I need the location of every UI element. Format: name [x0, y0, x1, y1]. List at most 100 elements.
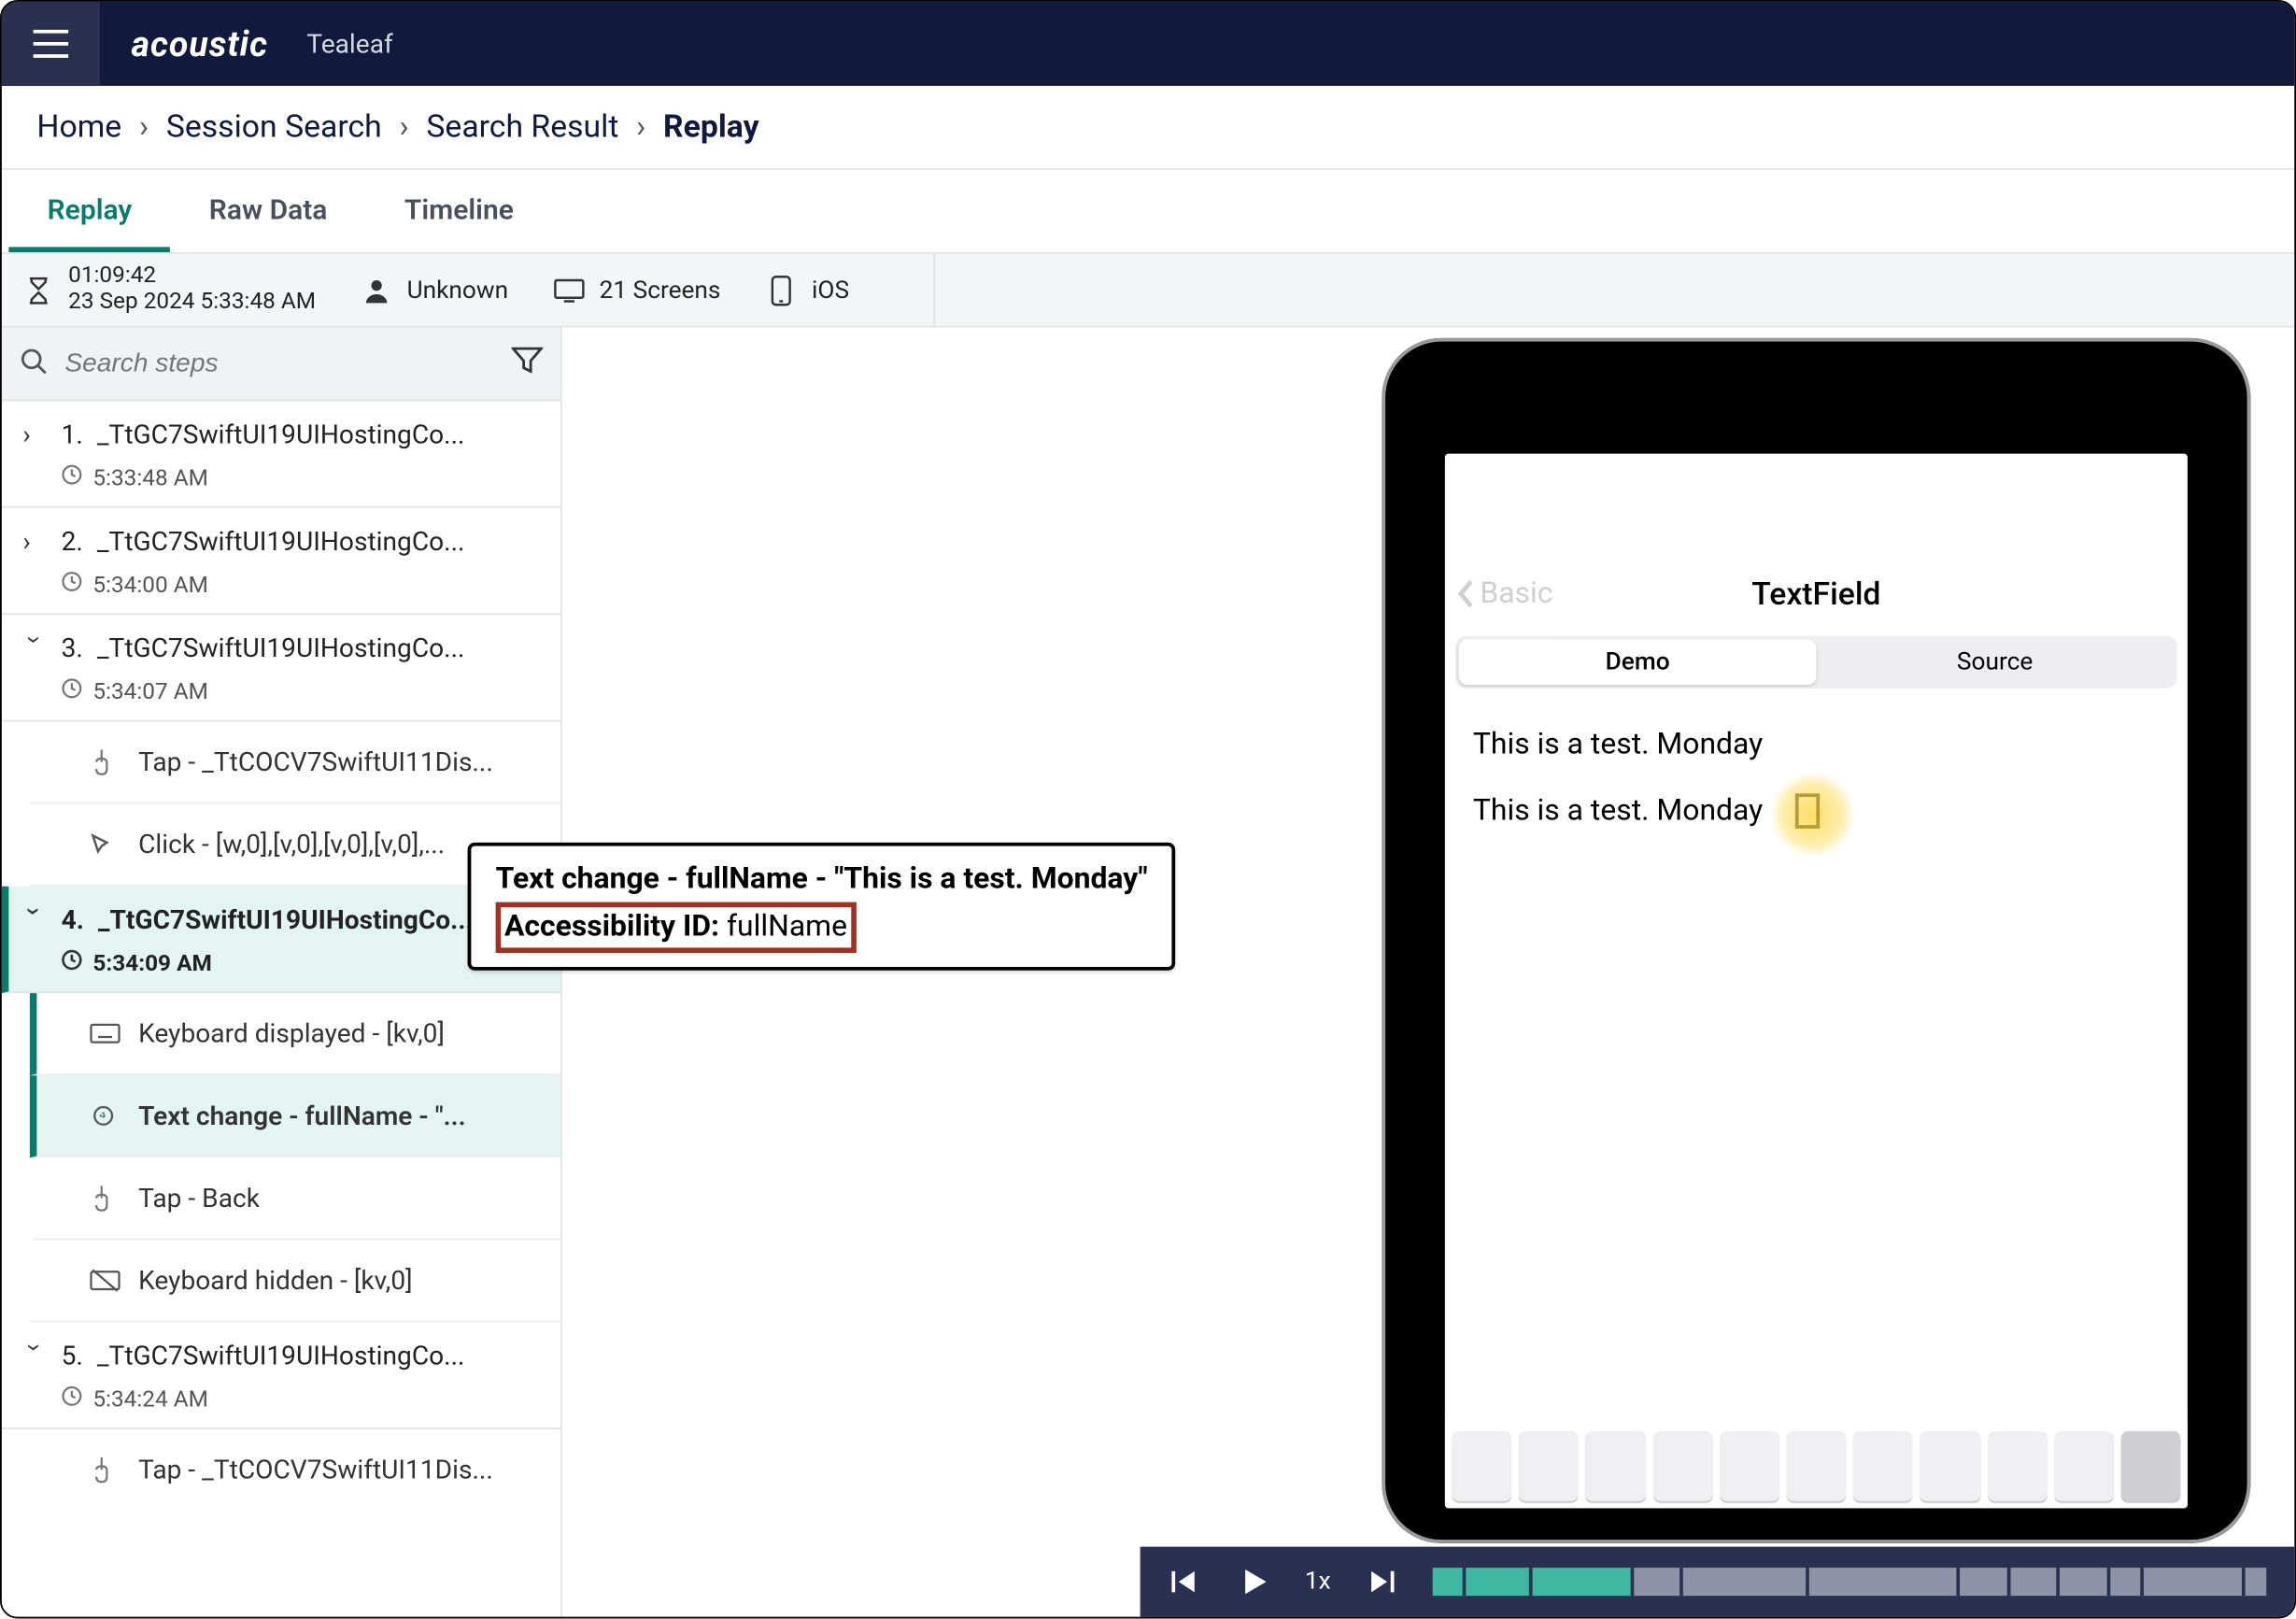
keyboard-key[interactable]	[1720, 1431, 1779, 1501]
substep-item[interactable]: Keyboard hidden - [kv,0]	[30, 1241, 560, 1323]
tab-raw-data[interactable]: Raw Data	[171, 170, 366, 252]
menu-button[interactable]	[2, 2, 100, 86]
tooltip-id-label: Accessibility ID:	[504, 909, 719, 944]
step-label: _TtGC7SwiftUI19UIHostingCo...	[97, 1340, 465, 1371]
preview-panel: Basic TextField Demo Source This is a te…	[562, 328, 2294, 1617]
keyboard-key[interactable]	[1586, 1431, 1646, 1501]
substep-item[interactable]: Tap - _TtCOCV7SwiftUI11Dis...	[30, 722, 560, 804]
keyboard-row	[1445, 1417, 2188, 1509]
tab-replay[interactable]: Replay	[8, 170, 170, 252]
search-row	[2, 328, 560, 402]
segmented-control[interactable]: Demo Source	[1455, 636, 2177, 689]
timeline-segment[interactable]	[1683, 1568, 1808, 1596]
step-index: 4.	[62, 904, 84, 936]
monitor-icon	[554, 274, 586, 305]
timeline-segment[interactable]	[2245, 1568, 2270, 1596]
steps-list: › 1. _TtGC7SwiftUI19UIHostingCo... 5:33:…	[2, 401, 560, 1616]
chevron-right-icon: ›	[22, 526, 47, 558]
segment-demo[interactable]: Demo	[1459, 639, 1817, 685]
breadcrumb-session-search[interactable]: Session Search	[166, 108, 382, 145]
text-change-icon	[90, 1103, 121, 1128]
timeline-segment[interactable]	[1960, 1568, 2010, 1596]
substep-item[interactable]: Keyboard displayed - [kv,0]	[30, 993, 560, 1075]
segment-source[interactable]: Source	[1816, 639, 2174, 685]
timeline-segment[interactable]	[1432, 1568, 1466, 1596]
substep-item[interactable]: Tap - _TtCOCV7SwiftUI11Dis...	[30, 1429, 560, 1510]
chevron-down-icon: ›	[20, 636, 51, 660]
substep-item[interactable]: Tap - Back	[30, 1157, 560, 1240]
step-item[interactable]: › 3. _TtGC7SwiftUI19UIHostingCo... 5:34:…	[2, 615, 560, 721]
meta-screens-value: 21 Screens	[600, 276, 721, 304]
timeline-segment[interactable]	[1634, 1568, 1684, 1596]
timeline-segment[interactable]	[2061, 1568, 2111, 1596]
meta-platform-value: iOS	[812, 276, 849, 304]
timeline-segment[interactable]	[1809, 1568, 1960, 1596]
filter-icon[interactable]	[512, 346, 544, 381]
speed-label[interactable]: 1x	[1305, 1568, 1331, 1596]
step-time: 5:34:00 AM	[92, 572, 208, 598]
text-line-2: This is a test. Monday	[1473, 793, 2160, 829]
step-index: 2.	[62, 526, 83, 558]
keyboard-key[interactable]	[1519, 1431, 1579, 1501]
phone-icon	[766, 274, 798, 305]
step-time: 5:33:48 AM	[92, 465, 208, 491]
step-item[interactable]: › 1. _TtGC7SwiftUI19UIHostingCo... 5:33:…	[2, 401, 560, 507]
substep-label: Tap - Back	[138, 1183, 260, 1214]
chevron-down-icon: ›	[20, 907, 51, 931]
hourglass-icon	[22, 274, 54, 305]
skip-back-button[interactable]	[1165, 1563, 1203, 1601]
timeline-segment[interactable]	[1466, 1568, 1533, 1596]
keyboard-key[interactable]	[2120, 1431, 2180, 1501]
step-tooltip: Text change - fullName - "This is a test…	[468, 843, 1176, 971]
keyboard-key[interactable]	[1987, 1431, 2047, 1501]
keyboard-off-icon	[90, 1269, 121, 1293]
timeline-segment[interactable]	[2010, 1568, 2061, 1596]
status-bar	[1445, 454, 2188, 560]
substep-label: Keyboard hidden - [kv,0]	[138, 1265, 412, 1297]
breadcrumb-search-result[interactable]: Search Result	[426, 108, 618, 145]
step-item[interactable]: › 2. _TtGC7SwiftUI19UIHostingCo... 5:34:…	[2, 508, 560, 615]
timeline-segment[interactable]	[2144, 1568, 2245, 1596]
step-index: 5.	[62, 1340, 83, 1371]
timeline-track[interactable]	[1432, 1568, 2270, 1596]
step-item[interactable]: › 5. _TtGC7SwiftUI19UIHostingCo... 5:34:…	[2, 1323, 560, 1429]
keyboard-key[interactable]	[2054, 1431, 2114, 1501]
keyboard-key[interactable]	[1452, 1431, 1511, 1501]
tap-icon	[90, 1185, 121, 1213]
breadcrumb-home[interactable]: Home	[36, 108, 121, 145]
keyboard-icon	[90, 1023, 121, 1044]
timeline-segment[interactable]	[2111, 1568, 2145, 1596]
steps-panel: › 1. _TtGC7SwiftUI19UIHostingCo... 5:33:…	[2, 328, 562, 1617]
device-frame: Basic TextField Demo Source This is a te…	[1382, 338, 2250, 1543]
substep-label: Text change - fullName - "...	[138, 1101, 466, 1132]
keyboard-key[interactable]	[1652, 1431, 1712, 1501]
brand-name: acoustic	[132, 22, 268, 64]
search-input[interactable]	[64, 348, 493, 378]
chevron-down-icon: ›	[20, 1343, 51, 1368]
chevron-right-icon: ›	[22, 419, 47, 450]
text-line-1: This is a test. Monday	[1473, 727, 2160, 762]
step-label: _TtGC7SwiftUI19UIHostingCo...	[97, 632, 465, 664]
keyboard-key[interactable]	[1853, 1431, 1913, 1501]
step-index: 1.	[62, 419, 83, 450]
brand-product[interactable]: Tealeaf	[306, 28, 392, 60]
meta-duration-value: 01:09:42	[68, 265, 316, 291]
tab-timeline[interactable]: Timeline	[366, 170, 552, 252]
substep-label: Tap - _TtCOCV7SwiftUI11Dis...	[138, 746, 493, 778]
step-label: _TtGC7SwiftUI19UIHostingCo...	[98, 904, 474, 936]
substep-label: Click - [w,0],[v,0],[v,0],[v,0],...	[138, 829, 445, 860]
keyboard-key[interactable]	[1920, 1431, 1980, 1501]
step-time: 5:34:09 AM	[92, 950, 211, 976]
substep-label: Keyboard displayed - [kv,0]	[138, 1017, 445, 1049]
tap-icon	[90, 1456, 121, 1484]
timeline-segment[interactable]	[1533, 1568, 1634, 1596]
substep-item-selected[interactable]: Text change - fullName - "...	[30, 1075, 560, 1157]
back-label: Basic	[1480, 576, 1552, 612]
back-button[interactable]: Basic	[1455, 576, 1552, 612]
meta-user: Unknown	[361, 274, 508, 305]
keyboard-key[interactable]	[1786, 1431, 1846, 1501]
skip-forward-button[interactable]	[1362, 1563, 1400, 1601]
chevron-right-icon: ›	[139, 108, 149, 145]
step-time: 5:34:24 AM	[92, 1386, 208, 1413]
play-button[interactable]	[1235, 1563, 1273, 1601]
